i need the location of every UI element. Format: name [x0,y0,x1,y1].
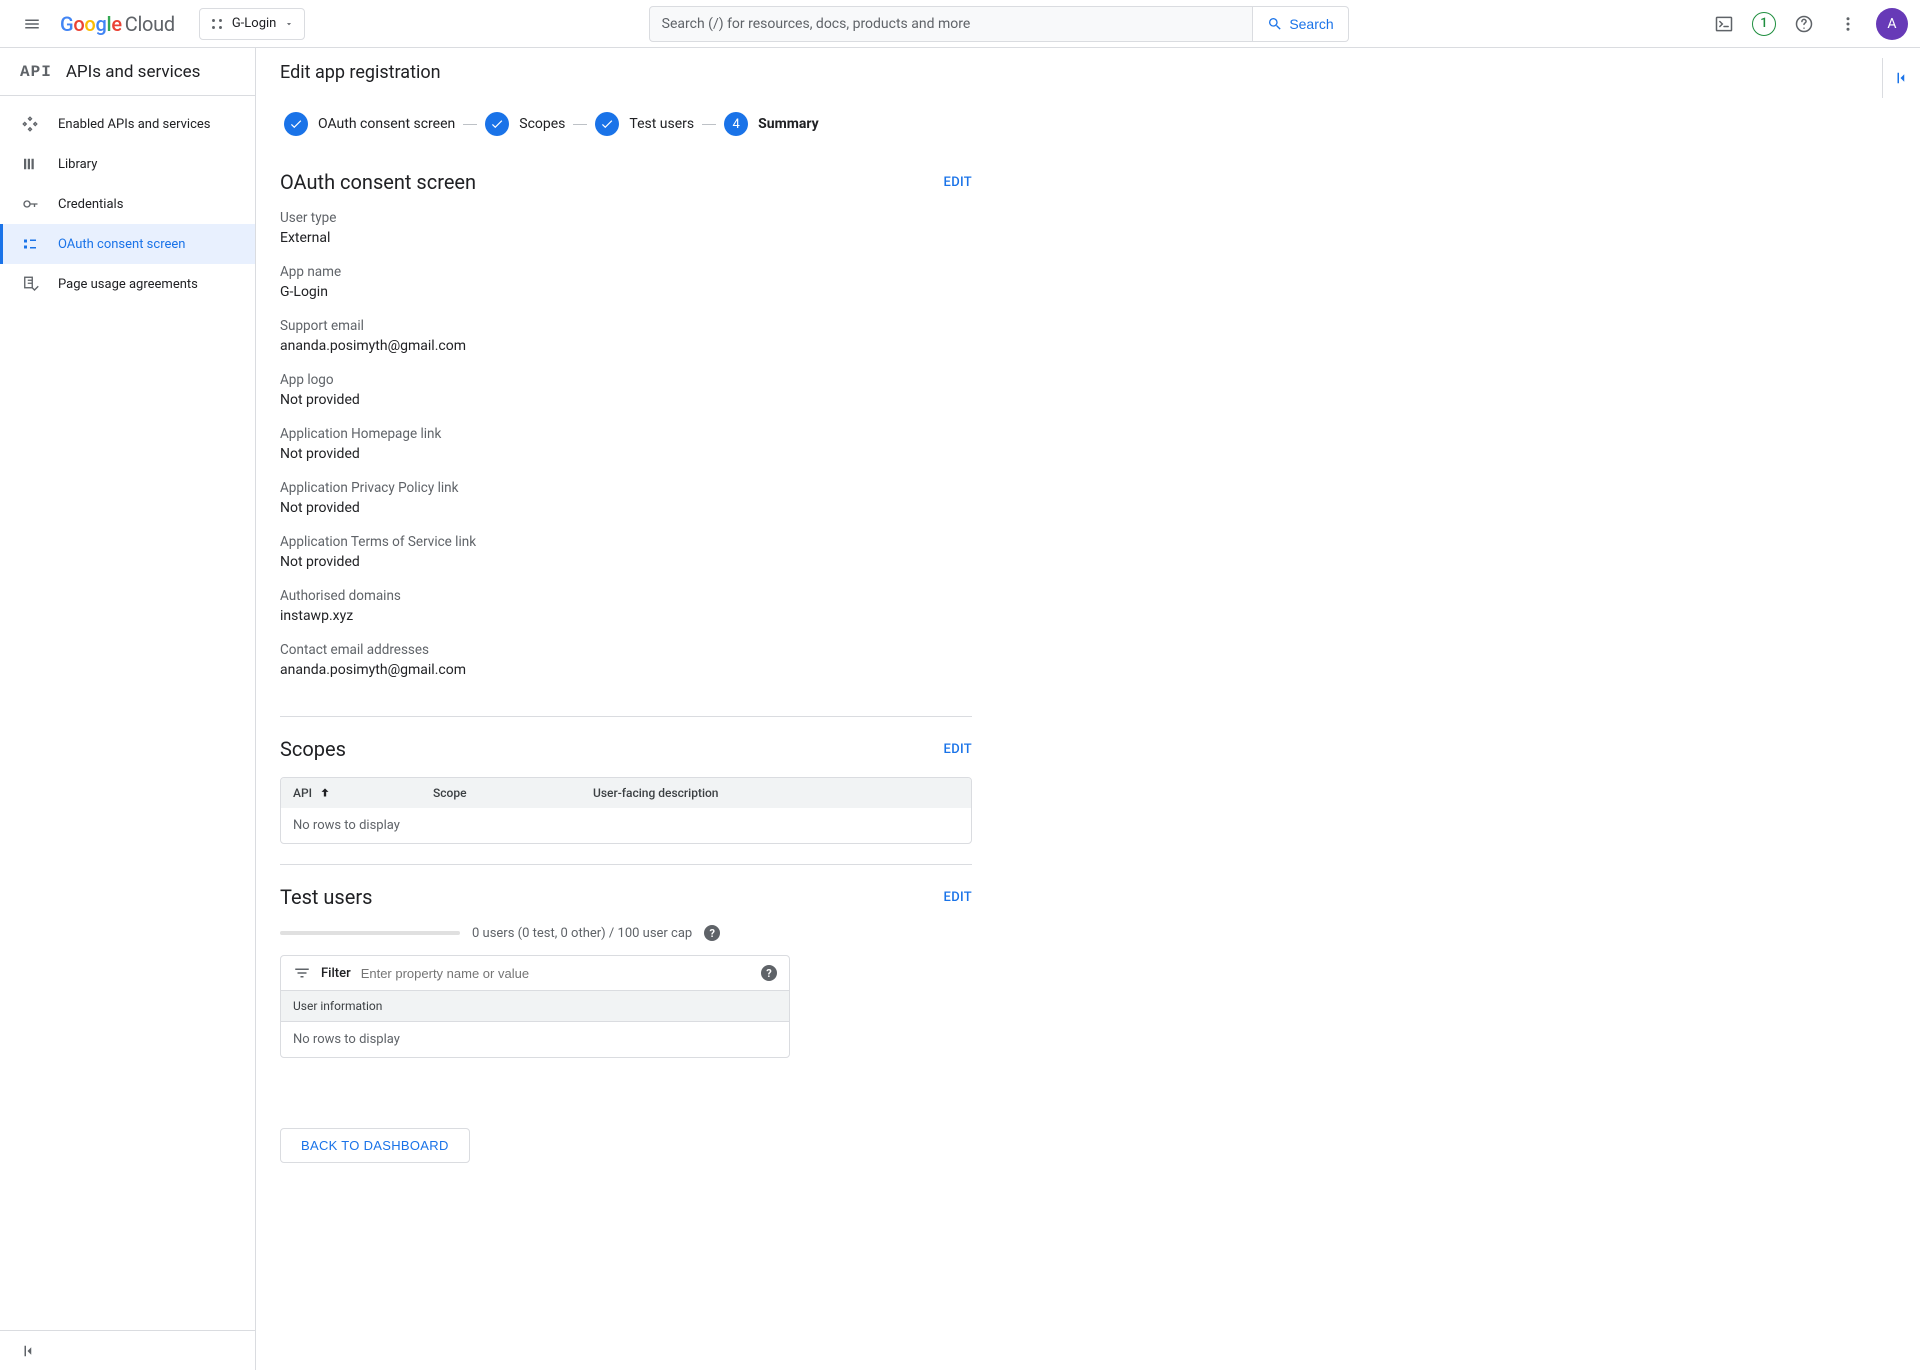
check-icon [485,112,509,136]
help-icon[interactable] [1788,8,1820,40]
section-oauth-consent: OAuth consent screen EDIT User typeExter… [280,170,972,717]
sidebar-item-label: Page usage agreements [58,277,198,292]
library-icon [20,154,40,174]
sidebar-header[interactable]: API APIs and services [0,48,255,96]
top-header: GoogleCloud G-Login Search (/) for resou… [0,0,1920,48]
page-usage-icon [20,274,40,294]
api-logo-icon: API [20,63,52,81]
sidebar-item-label: Library [58,157,97,172]
section-title: Test users [280,885,372,909]
search-icon [1267,16,1283,32]
filter-label: Filter [321,966,351,981]
step-divider [463,124,477,125]
sidebar-item-enabled-apis[interactable]: Enabled APIs and services [0,104,255,144]
step-scopes[interactable]: Scopes [485,112,565,136]
chevron-down-icon [284,19,294,29]
edit-oauth-button[interactable]: EDIT [944,175,972,190]
step-summary[interactable]: 4 Summary [724,112,819,136]
step-oauth-consent[interactable]: OAuth consent screen [284,112,455,136]
scopes-table: API Scope User-facing description No row… [280,777,972,844]
sidebar-item-label: Credentials [58,197,123,212]
hamburger-menu-icon[interactable] [12,4,52,44]
table-empty-message: No rows to display [281,1022,789,1057]
filter-row: Filter ? [281,956,789,991]
column-api[interactable]: API [293,786,373,800]
sidebar-item-credentials[interactable]: Credentials [0,184,255,224]
main-content: Edit app registration OAuth consent scre… [256,48,1920,1370]
google-cloud-logo[interactable]: GoogleCloud [60,12,175,36]
project-name: G-Login [232,16,277,31]
sidebar-item-oauth-consent[interactable]: OAuth consent screen [0,224,255,264]
step-divider [573,124,587,125]
search-container: Search (/) for resources, docs, products… [649,6,1349,42]
credentials-icon [20,194,40,214]
oauth-consent-icon [20,234,40,254]
page-title: Edit app registration [256,48,1920,96]
section-title: OAuth consent screen [280,170,476,194]
edit-scopes-button[interactable]: EDIT [944,742,972,757]
check-icon [595,112,619,136]
section-title: Scopes [280,737,346,761]
section-test-users: Test users EDIT 0 users (0 test, 0 other… [280,885,972,1078]
avatar[interactable]: A [1876,8,1908,40]
cloud-shell-icon[interactable] [1708,8,1740,40]
sidebar: API APIs and services Enabled APIs and s… [0,48,256,1370]
sidebar-item-label: OAuth consent screen [58,237,185,252]
project-icon [210,17,224,31]
step-test-users[interactable]: Test users [595,112,694,136]
enabled-apis-icon [20,114,40,134]
right-panel-toggle[interactable] [1882,58,1920,98]
edit-test-users-button[interactable]: EDIT [944,890,972,905]
sidebar-item-library[interactable]: Library [0,144,255,184]
search-button[interactable]: Search [1253,6,1348,42]
table-empty-message: No rows to display [281,808,971,843]
help-icon[interactable]: ? [704,925,720,941]
filter-icon [293,964,311,982]
check-icon [284,112,308,136]
progress-bar [280,931,460,935]
project-selector[interactable]: G-Login [199,8,306,40]
sidebar-collapse-button[interactable] [0,1330,255,1370]
trial-badge[interactable]: 1 [1752,12,1776,36]
filter-input[interactable] [361,966,751,981]
column-user-information[interactable]: User information [281,991,789,1022]
test-users-table: Filter ? User information No rows to dis… [280,955,790,1058]
stepper: OAuth consent screen Scopes Test users [280,96,972,160]
column-scope[interactable]: Scope [433,786,533,800]
search-input[interactable]: Search (/) for resources, docs, products… [649,6,1254,42]
chevron-left-icon [1893,69,1911,87]
user-cap-row: 0 users (0 test, 0 other) / 100 user cap… [280,925,972,941]
column-description[interactable]: User-facing description [593,786,718,800]
section-scopes: Scopes EDIT API Scope User-facing descri… [280,737,972,865]
back-to-dashboard-button[interactable]: BACK TO DASHBOARD [280,1128,470,1163]
chevron-left-icon [20,1342,38,1360]
arrow-up-icon [318,786,332,800]
sidebar-item-page-usage[interactable]: Page usage agreements [0,264,255,304]
header-right: 1 A [1708,8,1908,40]
sidebar-item-label: Enabled APIs and services [58,117,211,132]
step-divider [702,124,716,125]
more-menu-icon[interactable] [1832,8,1864,40]
help-icon[interactable]: ? [761,965,777,981]
